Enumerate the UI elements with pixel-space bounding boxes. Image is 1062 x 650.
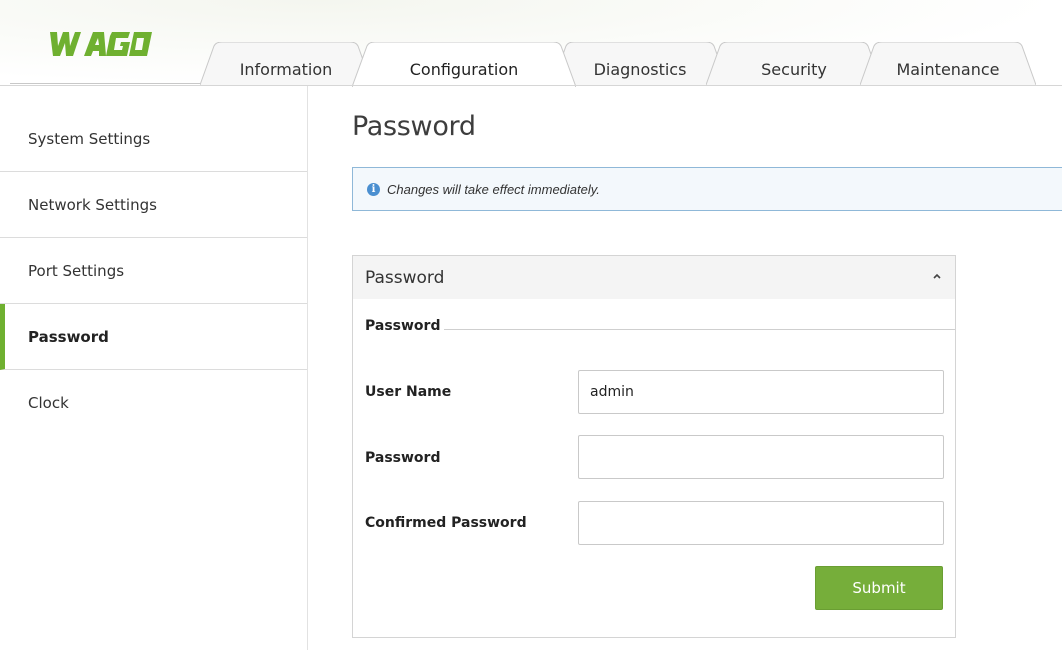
info-icon: i: [367, 183, 380, 196]
tab-information[interactable]: Information: [200, 42, 372, 86]
tab-maintenance[interactable]: Maintenance: [860, 42, 1036, 86]
page-title: Password: [352, 111, 476, 142]
fieldset-legend: Password: [353, 318, 445, 334]
sidebar-item-label: Port Settings: [28, 262, 125, 280]
panel-header[interactable]: Password: [353, 256, 955, 299]
tab-security[interactable]: Security: [706, 42, 882, 86]
sidebar-item-network-settings[interactable]: Network Settings: [0, 172, 307, 238]
sidebar-item-clock[interactable]: Clock: [0, 370, 307, 436]
password-panel: Password Password User Name Password Con…: [352, 255, 956, 638]
sidebar-item-label: System Settings: [28, 130, 151, 148]
wago-logo: [50, 32, 152, 56]
sidebar: System Settings Network Settings Port Se…: [0, 86, 308, 650]
tab-label: Diagnostics: [593, 60, 687, 79]
sidebar-item-password[interactable]: Password: [0, 304, 307, 370]
password-label: Password: [365, 450, 441, 466]
tab-diagnostics[interactable]: Diagnostics: [552, 42, 728, 86]
info-message: i Changes will take effect immediately.: [352, 167, 1062, 211]
user-name-input[interactable]: [578, 370, 944, 414]
confirmed-password-input[interactable]: [578, 501, 944, 545]
password-input[interactable]: [578, 435, 944, 479]
sidebar-item-port-settings[interactable]: Port Settings: [0, 238, 307, 304]
user-name-label: User Name: [365, 384, 452, 400]
sidebar-item-label: Network Settings: [28, 196, 157, 214]
tab-configuration[interactable]: Configuration: [352, 42, 576, 87]
tab-label: Maintenance: [896, 60, 1000, 79]
sidebar-item-label: Password: [28, 328, 109, 346]
header-divider: [10, 83, 205, 84]
sidebar-item-label: Clock: [28, 394, 69, 412]
panel-title: Password: [365, 268, 445, 288]
sidebar-item-system-settings[interactable]: System Settings: [0, 106, 307, 172]
tab-label: Information: [239, 60, 333, 79]
chevron-up-icon[interactable]: [931, 270, 943, 282]
info-text: Changes will take effect immediately.: [387, 182, 600, 197]
header: Information Diagnostics Security Mainten…: [0, 0, 1062, 87]
submit-button[interactable]: Submit: [815, 566, 943, 610]
tab-label: Security: [761, 60, 827, 79]
tab-label: Configuration: [409, 60, 519, 79]
confirmed-password-label: Confirmed Password: [365, 515, 527, 531]
